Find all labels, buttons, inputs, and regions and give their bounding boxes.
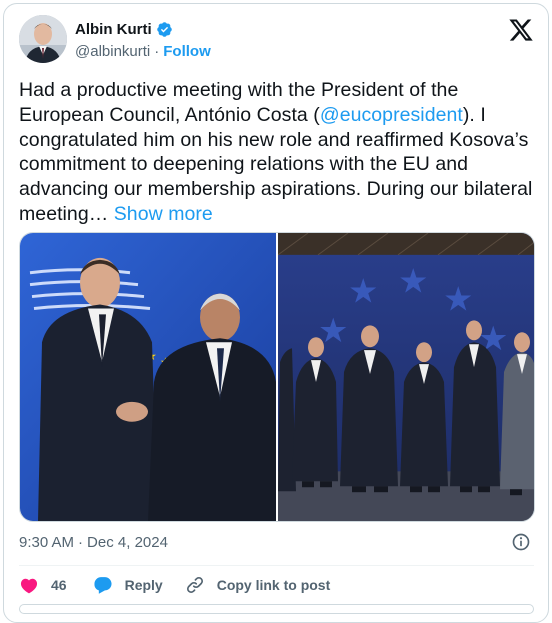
tweet-card: Albin Kurti @albinkurti · Follow Had a p… [3, 3, 549, 623]
photo-group[interactable]: ★ ★ ★ ★ ★ [278, 233, 535, 521]
author-name[interactable]: Albin Kurti [75, 21, 152, 38]
timestamp-separator: · [78, 534, 84, 551]
tweet-time: 9:30 AM [19, 534, 75, 551]
reply-bubble-icon [94, 577, 112, 594]
like-button[interactable]: 46 [19, 575, 67, 595]
author-handle-row: @albinkurti · Follow [75, 43, 211, 60]
like-count: 46 [51, 577, 67, 593]
x-logo-icon[interactable] [508, 17, 534, 43]
reply-label: Reply [124, 577, 163, 593]
author-handle[interactable]: @albinkurti [75, 43, 150, 60]
photo-handshake[interactable]: ★ ★ ★ [20, 233, 276, 521]
link-icon [186, 576, 203, 594]
copy-link-button[interactable]: Copy link to post [185, 575, 331, 595]
action-bar: 46 Reply Copy link to post [19, 573, 330, 597]
tweet-header: Albin Kurti @albinkurti · Follow [19, 15, 534, 63]
tweet-text: Had a productive meeting with the Presid… [19, 78, 539, 227]
heart-icon [20, 578, 38, 594]
svg-text:★: ★ [348, 272, 378, 311]
show-more-link[interactable]: Show more [114, 203, 213, 225]
handle-separator: · [154, 43, 160, 60]
reply-button[interactable]: Reply [93, 575, 163, 595]
copy-link-label: Copy link to post [216, 577, 331, 593]
tweet-date: Dec 4, 2024 [87, 534, 168, 551]
follow-button[interactable]: Follow [163, 43, 211, 60]
svg-text:★: ★ [443, 280, 473, 319]
divider [19, 565, 534, 566]
tweet-timestamp[interactable]: 9:30 AM · Dec 4, 2024 [19, 534, 168, 551]
read-replies-button[interactable] [19, 604, 534, 614]
author-name-row: Albin Kurti [75, 21, 173, 38]
verified-badge-icon [156, 22, 172, 37]
svg-text:★: ★ [398, 262, 428, 301]
mention-link[interactable]: @eucopresident [320, 104, 463, 126]
media-grid: ★ ★ ★ ★ ★ [19, 232, 535, 522]
info-icon[interactable] [511, 532, 531, 552]
avatar[interactable] [19, 15, 67, 63]
